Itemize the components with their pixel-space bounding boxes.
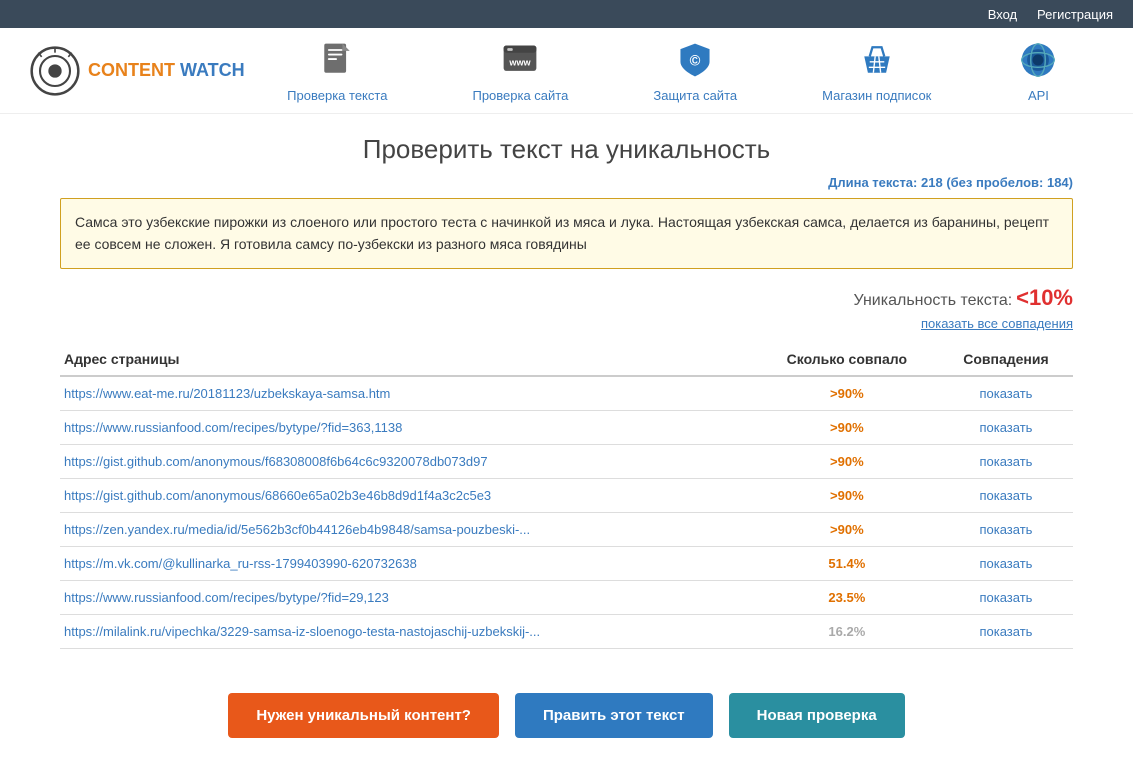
url-cell: https://www.russianfood.com/recipes/byty… bbox=[60, 580, 755, 614]
show-cell: показать bbox=[939, 512, 1073, 546]
table-row: https://www.russianfood.com/recipes/byty… bbox=[60, 580, 1073, 614]
logo-icon bbox=[30, 46, 80, 96]
logo[interactable]: CONTENT WATCH bbox=[30, 46, 245, 96]
match-cell: >90% bbox=[755, 376, 939, 411]
nav-api-label: API bbox=[1028, 88, 1049, 103]
register-link[interactable]: Регистрация bbox=[1037, 7, 1113, 22]
url-link[interactable]: https://zen.yandex.ru/media/id/5e562b3cf… bbox=[64, 522, 530, 537]
url-link[interactable]: https://gist.github.com/anonymous/f68308… bbox=[64, 454, 488, 469]
show-link[interactable]: показать bbox=[979, 556, 1032, 571]
nav-check-text-label: Проверка текста bbox=[287, 88, 387, 103]
match-cell: 51.4% bbox=[755, 546, 939, 580]
text-length-value: 218 bbox=[921, 175, 943, 190]
input-text-display: Самса это узбекские пирожки из слоеного … bbox=[60, 198, 1073, 269]
match-cell: 16.2% bbox=[755, 614, 939, 648]
btn-unique-content[interactable]: Нужен уникальный контент? bbox=[228, 693, 499, 738]
show-cell: показать bbox=[939, 546, 1073, 580]
main-nav: Проверка текста www Проверка сайта © bbox=[245, 38, 1103, 103]
url-cell: https://m.vk.com/@kullinarka_ru-rss-1799… bbox=[60, 546, 755, 580]
table-row: https://zen.yandex.ru/media/id/5e562b3cf… bbox=[60, 512, 1073, 546]
page-title: Проверить текст на уникальность bbox=[60, 134, 1073, 165]
show-all: показать все совпадения bbox=[60, 315, 1073, 331]
col-url-header: Адрес страницы bbox=[60, 343, 755, 376]
nav-protect-site-label: Защита сайта bbox=[653, 88, 737, 103]
match-cell: >90% bbox=[755, 444, 939, 478]
match-cell: >90% bbox=[755, 478, 939, 512]
show-cell: показать bbox=[939, 580, 1073, 614]
api-icon bbox=[1016, 38, 1060, 82]
url-cell: https://gist.github.com/anonymous/f68308… bbox=[60, 444, 755, 478]
btn-new-check[interactable]: Новая проверка bbox=[729, 693, 905, 738]
nav-shop-label: Магазин подписок bbox=[822, 88, 931, 103]
col-matches-header: Сколько совпало bbox=[755, 343, 939, 376]
show-link[interactable]: показать bbox=[979, 590, 1032, 605]
show-cell: показать bbox=[939, 444, 1073, 478]
www-icon: www bbox=[498, 38, 542, 82]
table-row: https://m.vk.com/@kullinarka_ru-rss-1799… bbox=[60, 546, 1073, 580]
url-link[interactable]: https://gist.github.com/anonymous/68660e… bbox=[64, 488, 491, 503]
svg-text:www: www bbox=[509, 57, 532, 67]
uniqueness-value: <10% bbox=[1016, 285, 1073, 310]
url-link[interactable]: https://www.eat-me.ru/20181123/uzbekskay… bbox=[64, 386, 390, 401]
results-table: Адрес страницы Сколько совпало Совпадени… bbox=[60, 343, 1073, 649]
login-link[interactable]: Вход bbox=[988, 7, 1017, 22]
show-cell: показать bbox=[939, 410, 1073, 444]
nav-check-site[interactable]: www Проверка сайта bbox=[472, 38, 568, 103]
svg-text:©: © bbox=[690, 53, 701, 69]
url-link[interactable]: https://m.vk.com/@kullinarka_ru-rss-1799… bbox=[64, 556, 417, 571]
show-link[interactable]: показать bbox=[979, 488, 1032, 503]
basket-icon bbox=[855, 38, 899, 82]
main-content: Проверить текст на уникальность Длина те… bbox=[0, 114, 1133, 669]
nav-protect-site[interactable]: © Защита сайта bbox=[653, 38, 737, 103]
btn-edit-text[interactable]: Править этот текст bbox=[515, 693, 713, 738]
url-link[interactable]: https://www.russianfood.com/recipes/byty… bbox=[64, 420, 402, 435]
url-link[interactable]: https://www.russianfood.com/recipes/byty… bbox=[64, 590, 389, 605]
nav-check-site-label: Проверка сайта bbox=[472, 88, 568, 103]
url-cell: https://www.eat-me.ru/20181123/uzbekskay… bbox=[60, 376, 755, 411]
text-length-info: Длина текста: 218 (без пробелов: 184) bbox=[60, 175, 1073, 190]
show-link[interactable]: показать bbox=[979, 454, 1032, 469]
top-bar: Вход Регистрация bbox=[0, 0, 1133, 28]
nav-api[interactable]: API bbox=[1016, 38, 1060, 103]
url-cell: https://milalink.ru/vipechka/3229-samsa-… bbox=[60, 614, 755, 648]
header: CONTENT WATCH Проверка текста bbox=[0, 28, 1133, 114]
table-row: https://www.russianfood.com/recipes/byty… bbox=[60, 410, 1073, 444]
show-cell: показать bbox=[939, 478, 1073, 512]
url-cell: https://zen.yandex.ru/media/id/5e562b3cf… bbox=[60, 512, 755, 546]
shield-icon: © bbox=[673, 38, 717, 82]
match-cell: 23.5% bbox=[755, 580, 939, 614]
table-row: https://milalink.ru/vipechka/3229-samsa-… bbox=[60, 614, 1073, 648]
show-cell: показать bbox=[939, 376, 1073, 411]
show-link[interactable]: показать bbox=[979, 522, 1032, 537]
table-row: https://www.eat-me.ru/20181123/uzbekskay… bbox=[60, 376, 1073, 411]
show-link[interactable]: показать bbox=[979, 420, 1032, 435]
doc-icon bbox=[315, 38, 359, 82]
nav-check-text[interactable]: Проверка текста bbox=[287, 38, 387, 103]
nav-shop[interactable]: Магазин подписок bbox=[822, 38, 931, 103]
uniqueness-label: Уникальность текста: bbox=[854, 292, 1013, 309]
footer-buttons: Нужен уникальный контент? Править этот т… bbox=[0, 669, 1133, 768]
col-show-header: Совпадения bbox=[939, 343, 1073, 376]
logo-text: CONTENT WATCH bbox=[88, 60, 245, 82]
show-link[interactable]: показать bbox=[979, 386, 1032, 401]
url-cell: https://www.russianfood.com/recipes/byty… bbox=[60, 410, 755, 444]
show-cell: показать bbox=[939, 614, 1073, 648]
url-cell: https://gist.github.com/anonymous/68660e… bbox=[60, 478, 755, 512]
uniqueness-bar: Уникальность текста: <10% bbox=[60, 285, 1073, 311]
url-link[interactable]: https://milalink.ru/vipechka/3229-samsa-… bbox=[64, 624, 540, 639]
match-cell: >90% bbox=[755, 410, 939, 444]
show-all-link[interactable]: показать все совпадения bbox=[921, 316, 1073, 331]
table-row: https://gist.github.com/anonymous/f68308… bbox=[60, 444, 1073, 478]
match-cell: >90% bbox=[755, 512, 939, 546]
table-row: https://gist.github.com/anonymous/68660e… bbox=[60, 478, 1073, 512]
show-link[interactable]: показать bbox=[979, 624, 1032, 639]
